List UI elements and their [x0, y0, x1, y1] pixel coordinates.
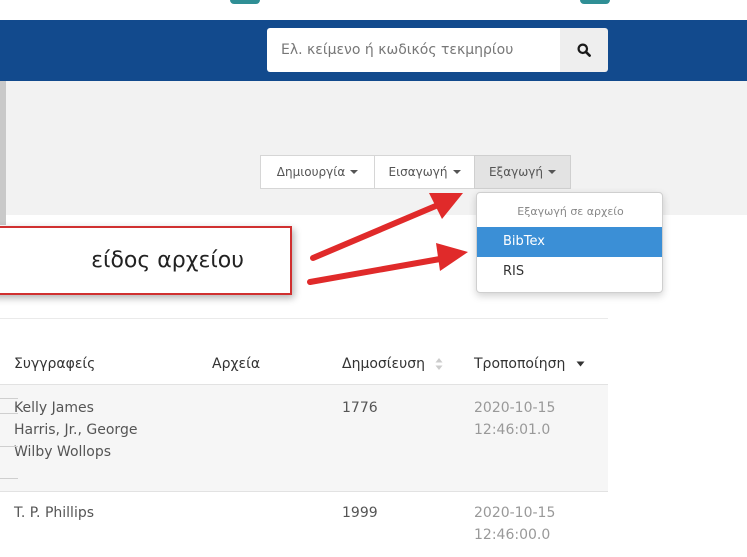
dropdown-header: Εξαγωγή σε αρχείο	[517, 205, 624, 218]
decorative-arc	[580, 0, 610, 4]
row-authors: Kelly James Harris, Jr., George Wilby Wo…	[14, 397, 137, 463]
import-button[interactable]: Εισαγωγή	[374, 155, 475, 189]
callout-box: είδος αρχείου	[0, 226, 292, 295]
left-rule	[0, 398, 18, 399]
import-button-label: Εισαγωγή	[388, 165, 448, 179]
header-published-label: Δημοσίευση	[342, 356, 425, 372]
callout-text: είδος αρχείου	[91, 248, 244, 273]
caret-down-icon	[576, 361, 585, 367]
header-published[interactable]: Δημοσίευση	[342, 356, 443, 372]
search-icon	[577, 43, 591, 57]
export-button-label: Εξαγωγή	[488, 165, 544, 179]
export-dropdown-menu: Εξαγωγή σε αρχείο BibTex RIS	[476, 192, 663, 293]
table-row[interactable]: T. P. Phillips 1999 2020-10-15 12:46:00.…	[0, 492, 608, 557]
row-authors: T. P. Phillips	[14, 502, 94, 524]
header-modified[interactable]: Τροποποίηση	[474, 356, 585, 372]
row-published: 1776	[342, 400, 378, 416]
row-published: 1999	[342, 505, 378, 521]
header-authors[interactable]: Συγγραφείς	[14, 356, 95, 372]
search-input[interactable]	[267, 28, 560, 72]
caret-down-icon	[452, 170, 461, 174]
author-name: Harris, Jr., George	[14, 422, 138, 438]
sort-icon	[435, 358, 443, 370]
menu-item-bibtex[interactable]: BibTex	[477, 227, 662, 257]
author-name: Kelly James	[14, 400, 94, 416]
decorative-arc	[230, 0, 260, 4]
top-strip	[0, 0, 747, 20]
search-button[interactable]	[560, 28, 608, 72]
left-rule	[0, 446, 18, 447]
table-top-border	[0, 318, 608, 319]
header-files[interactable]: Αρχεία	[212, 356, 260, 372]
author-name: Wilby Wollops	[14, 444, 112, 460]
header-modified-label: Τροποποίηση	[474, 356, 566, 372]
caret-down-icon	[350, 170, 359, 174]
navbar	[0, 20, 747, 81]
arrow-to-bibtex	[307, 243, 468, 285]
modified-date: 2020-10-15	[474, 505, 556, 521]
create-button-label: Δημιουργία	[276, 165, 346, 179]
menu-item-ris[interactable]: RIS	[477, 257, 662, 287]
modified-time: 12:46:01.0	[474, 422, 551, 438]
modified-time: 12:46:00.0	[474, 527, 551, 543]
toolbar-button-group: Δημιουργία Εισαγωγή Εξαγωγή	[260, 155, 571, 189]
left-rule	[0, 413, 18, 414]
create-button[interactable]: Δημιουργία	[260, 155, 375, 189]
left-rule	[0, 478, 18, 479]
author-name: T. P. Phillips	[14, 505, 95, 521]
table-row[interactable]: Kelly James Harris, Jr., George Wilby Wo…	[0, 385, 608, 491]
modified-date: 2020-10-15	[474, 400, 556, 416]
caret-down-icon	[548, 170, 557, 174]
records-table: Συγγραφείς Αρχεία Δημοσίευση Τροποποίηση…	[0, 318, 608, 557]
row-modified: 2020-10-15 12:46:00.0	[474, 502, 555, 546]
export-button[interactable]: Εξαγωγή	[474, 155, 571, 189]
row-modified: 2020-10-15 12:46:01.0	[474, 397, 555, 441]
